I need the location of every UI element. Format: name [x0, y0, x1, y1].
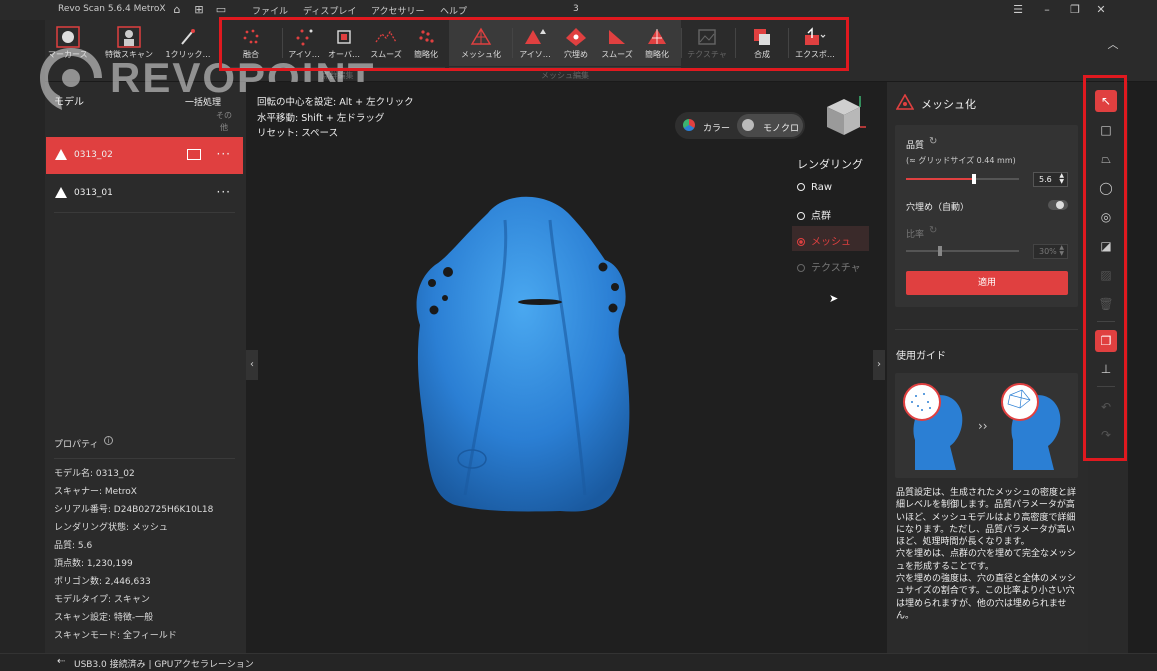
hint-reset: リセット: スペース — [257, 128, 339, 139]
model-row-selected[interactable]: 0313_02 ··· — [46, 137, 243, 174]
render-option-raw[interactable]: Raw — [797, 182, 832, 193]
color-icon — [683, 119, 695, 131]
highlight-ribbon-tools — [219, 17, 849, 71]
ratio-label: 比率 — [906, 230, 925, 240]
radio-icon — [797, 183, 805, 191]
radio-icon — [797, 212, 805, 220]
more-options-icon[interactable]: ··· — [217, 185, 231, 199]
usb-icon: ⇠ — [57, 656, 66, 667]
cursor-icon: ➤ — [829, 292, 839, 305]
reset-ratio-icon[interactable]: ↻ — [929, 225, 937, 236]
color-option[interactable]: カラー — [703, 121, 730, 134]
svg-text:››: ›› — [978, 419, 988, 433]
ratio-spinbox[interactable]: 30% ▲ ▼ — [1033, 244, 1068, 259]
render-option-texture[interactable]: テクスチャ — [797, 259, 861, 274]
spin-arrows-icon[interactable]: ▲ ▼ — [1059, 245, 1064, 257]
mesh-model-icon — [55, 149, 67, 160]
home-icon[interactable]: ⌂ — [170, 3, 184, 17]
prop-scanner: スキャナー: MetroX — [54, 487, 137, 497]
revopoint-logo — [40, 48, 102, 110]
collapse-left-panel-button[interactable]: ‹ — [246, 350, 258, 380]
radio-selected-icon — [797, 238, 805, 246]
feature-scan-icon — [117, 26, 141, 48]
meshing-panel-icon — [896, 94, 914, 110]
prop-model-name: モデル名: 0313_02 — [54, 469, 135, 479]
status-text: USB3.0 接続済み | GPUアクセラレーション — [74, 660, 254, 670]
settings-icon[interactable]: ☰ — [1011, 3, 1025, 17]
prop-polygons: ポリゴン数: 2,446,633 — [54, 577, 151, 587]
guide-image: ›› — [903, 383, 1061, 470]
film-icon[interactable] — [187, 149, 201, 160]
other-menu[interactable]: その 他 — [216, 110, 232, 134]
mono-option[interactable]: モノクロ — [763, 121, 799, 134]
reset-quality-icon[interactable]: ↻ — [929, 136, 937, 147]
close-icon[interactable]: ✕ — [1094, 3, 1108, 17]
prop-model-type: モデルタイプ: スキャン — [54, 595, 150, 605]
quality-slider-fill — [906, 178, 974, 180]
hint-pan: 水平移動: Shift + 左ドラッグ — [257, 113, 385, 124]
mono-icon — [742, 119, 754, 131]
center-number: 3 — [573, 4, 579, 14]
radio-icon — [797, 264, 805, 272]
quality-spinbox[interactable]: 5.6 ▲ ▼ — [1033, 172, 1068, 187]
more-options-icon[interactable]: ··· — [217, 147, 231, 161]
grid-size-text: (≈ グリッドサイズ 0.44 mm) — [906, 156, 1016, 165]
prop-vertices: 頂点数: 1,230,199 — [54, 559, 133, 569]
properties-title: プロパティ — [54, 440, 99, 450]
apply-button[interactable]: 適用 — [906, 271, 1068, 295]
prop-scan-setting: スキャン設定: 特徴-一般 — [54, 613, 154, 623]
view-cube[interactable] — [822, 93, 867, 143]
app-title: Revo Scan 5.6.4 MetroX — [58, 4, 166, 14]
quality-slider-handle[interactable] — [971, 174, 976, 184]
guide-title: 使用ガイド — [896, 351, 946, 362]
ratio-slider-track[interactable] — [906, 250, 1019, 252]
render-title: レンダリング — [797, 158, 863, 171]
prop-serial: シリアル番号: D24B02725H6K10L18 — [54, 505, 214, 515]
collapse-right-panel-button[interactable]: › — [873, 350, 885, 380]
ratio-slider-handle[interactable] — [937, 246, 942, 256]
maximize-icon[interactable]: ❐ — [1068, 3, 1082, 17]
mesh-model-icon — [55, 187, 67, 198]
menu-display[interactable]: ディスプレイ — [303, 4, 356, 17]
info-icon[interactable]: i — [104, 436, 113, 445]
render-option-mesh[interactable]: メッシュ — [797, 233, 851, 248]
one-click-icon — [181, 29, 195, 45]
menu-accessory[interactable]: アクセサリー — [371, 4, 425, 17]
scanned-mesh-model[interactable] — [410, 185, 640, 515]
spin-arrows-icon[interactable]: ▲ ▼ — [1059, 173, 1064, 185]
menu-help[interactable]: ヘルプ — [440, 4, 467, 17]
model-row[interactable]: 0313_01 ··· — [46, 175, 243, 212]
minimize-icon[interactable]: – — [1040, 3, 1054, 17]
new-project-icon[interactable]: ⊞ — [192, 3, 206, 17]
meshing-panel-title: メッシュ化 — [921, 98, 976, 111]
render-option-pointcloud[interactable]: 点群 — [797, 207, 831, 222]
prop-scan-mode: スキャンモード: 全フィールド — [54, 631, 177, 641]
hint-rotate-center: 回転の中心を設定: Alt + 左クリック — [257, 97, 414, 108]
model-name: 0313_01 — [74, 188, 113, 198]
model-name: 0313_02 — [74, 150, 113, 160]
quality-label: 品質 — [906, 141, 925, 151]
prop-render-state: レンダリング状態: メッシュ — [54, 523, 168, 533]
collapse-ribbon-icon[interactable]: ︿ — [1106, 38, 1120, 52]
guide-text: 品質設定は、生成されたメッシュの密度と詳細レベルを制御します。品質パラメータが高… — [896, 488, 1077, 621]
folder-icon[interactable]: ▭ — [214, 3, 228, 17]
menu-file[interactable]: ファイル — [252, 4, 288, 17]
prop-quality: 品質: 5.6 — [54, 541, 93, 551]
highlight-selection-tools — [1083, 75, 1127, 461]
fill-holes-toggle[interactable] — [1048, 200, 1068, 210]
fill-holes-label: 穴埋め（自動） — [906, 203, 970, 213]
